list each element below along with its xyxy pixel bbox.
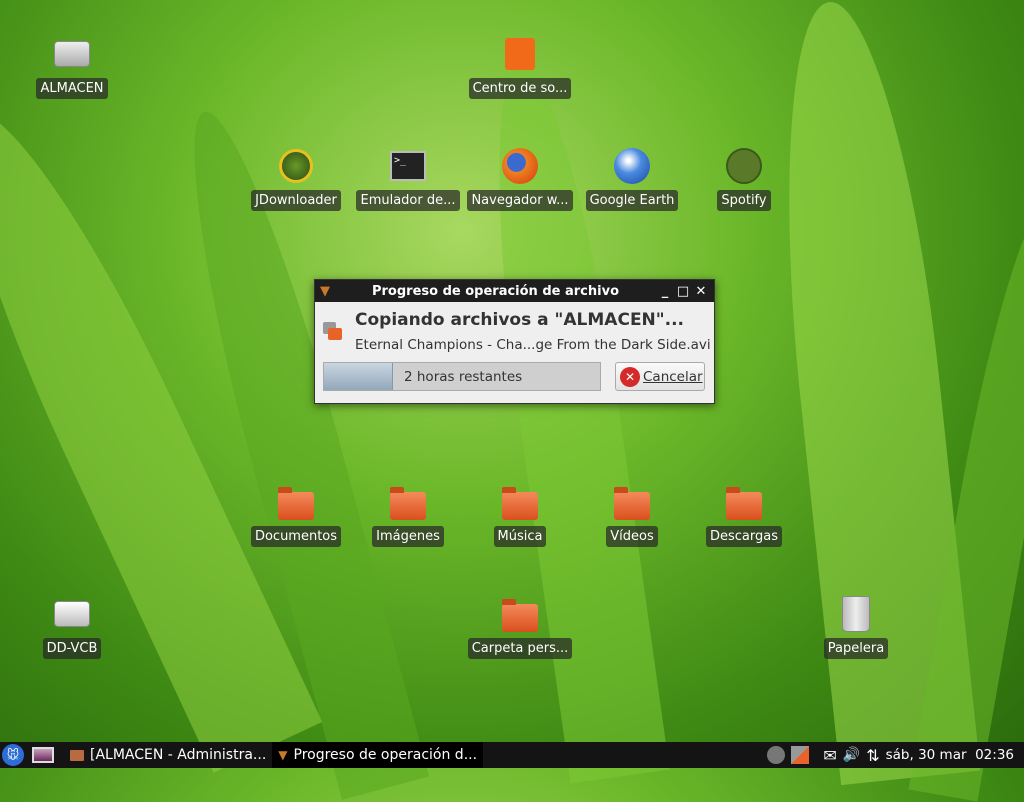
network-icon[interactable]: ⇅ (866, 746, 879, 765)
desktop-icon[interactable]: Vídeos (576, 482, 688, 547)
cancel-icon: ✕ (620, 366, 640, 387)
desktop-icon-label: Imágenes (372, 526, 444, 547)
desktop-icon-label: Navegador w... (467, 190, 573, 211)
desktop-icon-label: JDownloader (251, 190, 341, 211)
copy-icon (323, 322, 343, 342)
desktop-icon[interactable]: Google Earth (576, 146, 688, 211)
minimize-button[interactable]: _ (656, 284, 674, 299)
folder-icon (276, 482, 316, 522)
desktop-icon-label: ALMACEN (36, 78, 108, 99)
menu-icon[interactable]: 🐭 (2, 744, 24, 766)
desktop-icon[interactable]: Papelera (800, 594, 912, 659)
desktop-icon-label: Descargas (705, 526, 782, 547)
app-icon: ▼ (320, 283, 330, 299)
trash-icon (836, 594, 876, 634)
desktop-icon-label: DD-VCB (42, 638, 102, 659)
desktop-icon[interactable]: Centro de so... (464, 34, 576, 99)
folder-icon (612, 482, 652, 522)
dialog-titlebar[interactable]: ▼ Progreso de operación de archivo _ □ ✕ (315, 280, 714, 302)
folder-icon (70, 749, 84, 761)
file-progress-dialog: ▼ Progreso de operación de archivo _ □ ✕… (314, 279, 715, 404)
desktop-icon[interactable]: Navegador w... (464, 146, 576, 211)
cancel-label: Cancelar (643, 368, 703, 385)
home-folder-icon (500, 594, 540, 634)
show-desktop-icon[interactable] (32, 747, 54, 763)
jdownloader-icon (276, 146, 316, 186)
desktop-icon[interactable]: JDownloader (240, 146, 352, 211)
desktop-icon-label: Spotify (717, 190, 771, 211)
desktop-icon-label: Carpeta pers... (467, 638, 573, 659)
desktop-icon-label: Vídeos (606, 526, 658, 547)
maximize-button[interactable]: □ (674, 284, 692, 299)
progress-text: 2 horas restantes (404, 369, 523, 385)
close-button[interactable]: ✕ (692, 284, 710, 299)
task-label: Progreso de operación d... (293, 747, 478, 763)
file-copy-tray-icon[interactable] (791, 746, 810, 764)
usb-drive-icon (52, 594, 92, 634)
desktop-icon[interactable]: ALMACEN (16, 34, 128, 99)
task-progress[interactable]: ▼ Progreso de operación d... (272, 742, 484, 768)
desktop-icon-label: Documentos (250, 526, 342, 547)
desktop-icon[interactable]: Imágenes (352, 482, 464, 547)
folder-icon (724, 482, 764, 522)
desktop-icon[interactable]: Spotify (688, 146, 800, 211)
desktop-icon[interactable]: >_ Emulador de... (352, 146, 464, 211)
desktop-icon-label: Google Earth (585, 190, 679, 211)
app-icon: ▼ (278, 748, 288, 762)
desktop-icon-label: Papelera (823, 638, 889, 659)
desktop-icon[interactable]: Documentos (240, 482, 352, 547)
desktop-icon-label: Emulador de... (356, 190, 460, 211)
dialog-heading: Copiando archivos a "ALMACEN"... (355, 310, 685, 330)
task-label: [ALMACEN - Administra... (90, 747, 267, 763)
software-center-icon (500, 34, 540, 74)
desktop-icon-label: Centro de so... (468, 78, 572, 99)
taskbar: 🐭 [ALMACEN - Administra... ▼ Progreso de… (0, 742, 1024, 768)
hard-drive-icon (52, 34, 92, 74)
terminal-icon: >_ (388, 146, 428, 186)
current-file: Eternal Champions - Cha...ge From the Da… (355, 337, 711, 353)
clock[interactable]: sáb, 30 mar 02:36 (886, 747, 1014, 763)
task-almacen[interactable]: [ALMACEN - Administra... (64, 742, 272, 768)
folder-icon (500, 482, 540, 522)
google-earth-icon (612, 146, 652, 186)
progress-bar: 2 horas restantes (323, 362, 601, 391)
spotify-tray-icon[interactable] (767, 746, 786, 764)
folder-icon (388, 482, 428, 522)
cancel-button[interactable]: ✕ Cancelar (615, 362, 705, 391)
volume-icon[interactable]: 🔊 (843, 747, 860, 763)
mail-icon[interactable]: ✉ (823, 746, 836, 765)
desktop-icon[interactable]: Descargas (688, 482, 800, 547)
desktop-icon-label: Música (493, 526, 547, 547)
dialog-title: Progreso de operación de archivo (371, 283, 619, 299)
desktop-icon[interactable]: Música (464, 482, 576, 547)
desktop-icon[interactable]: Carpeta pers... (464, 594, 576, 659)
progress-fill (324, 363, 393, 390)
spotify-icon (724, 146, 764, 186)
firefox-icon (500, 146, 540, 186)
desktop-icon[interactable]: DD-VCB (16, 594, 128, 659)
